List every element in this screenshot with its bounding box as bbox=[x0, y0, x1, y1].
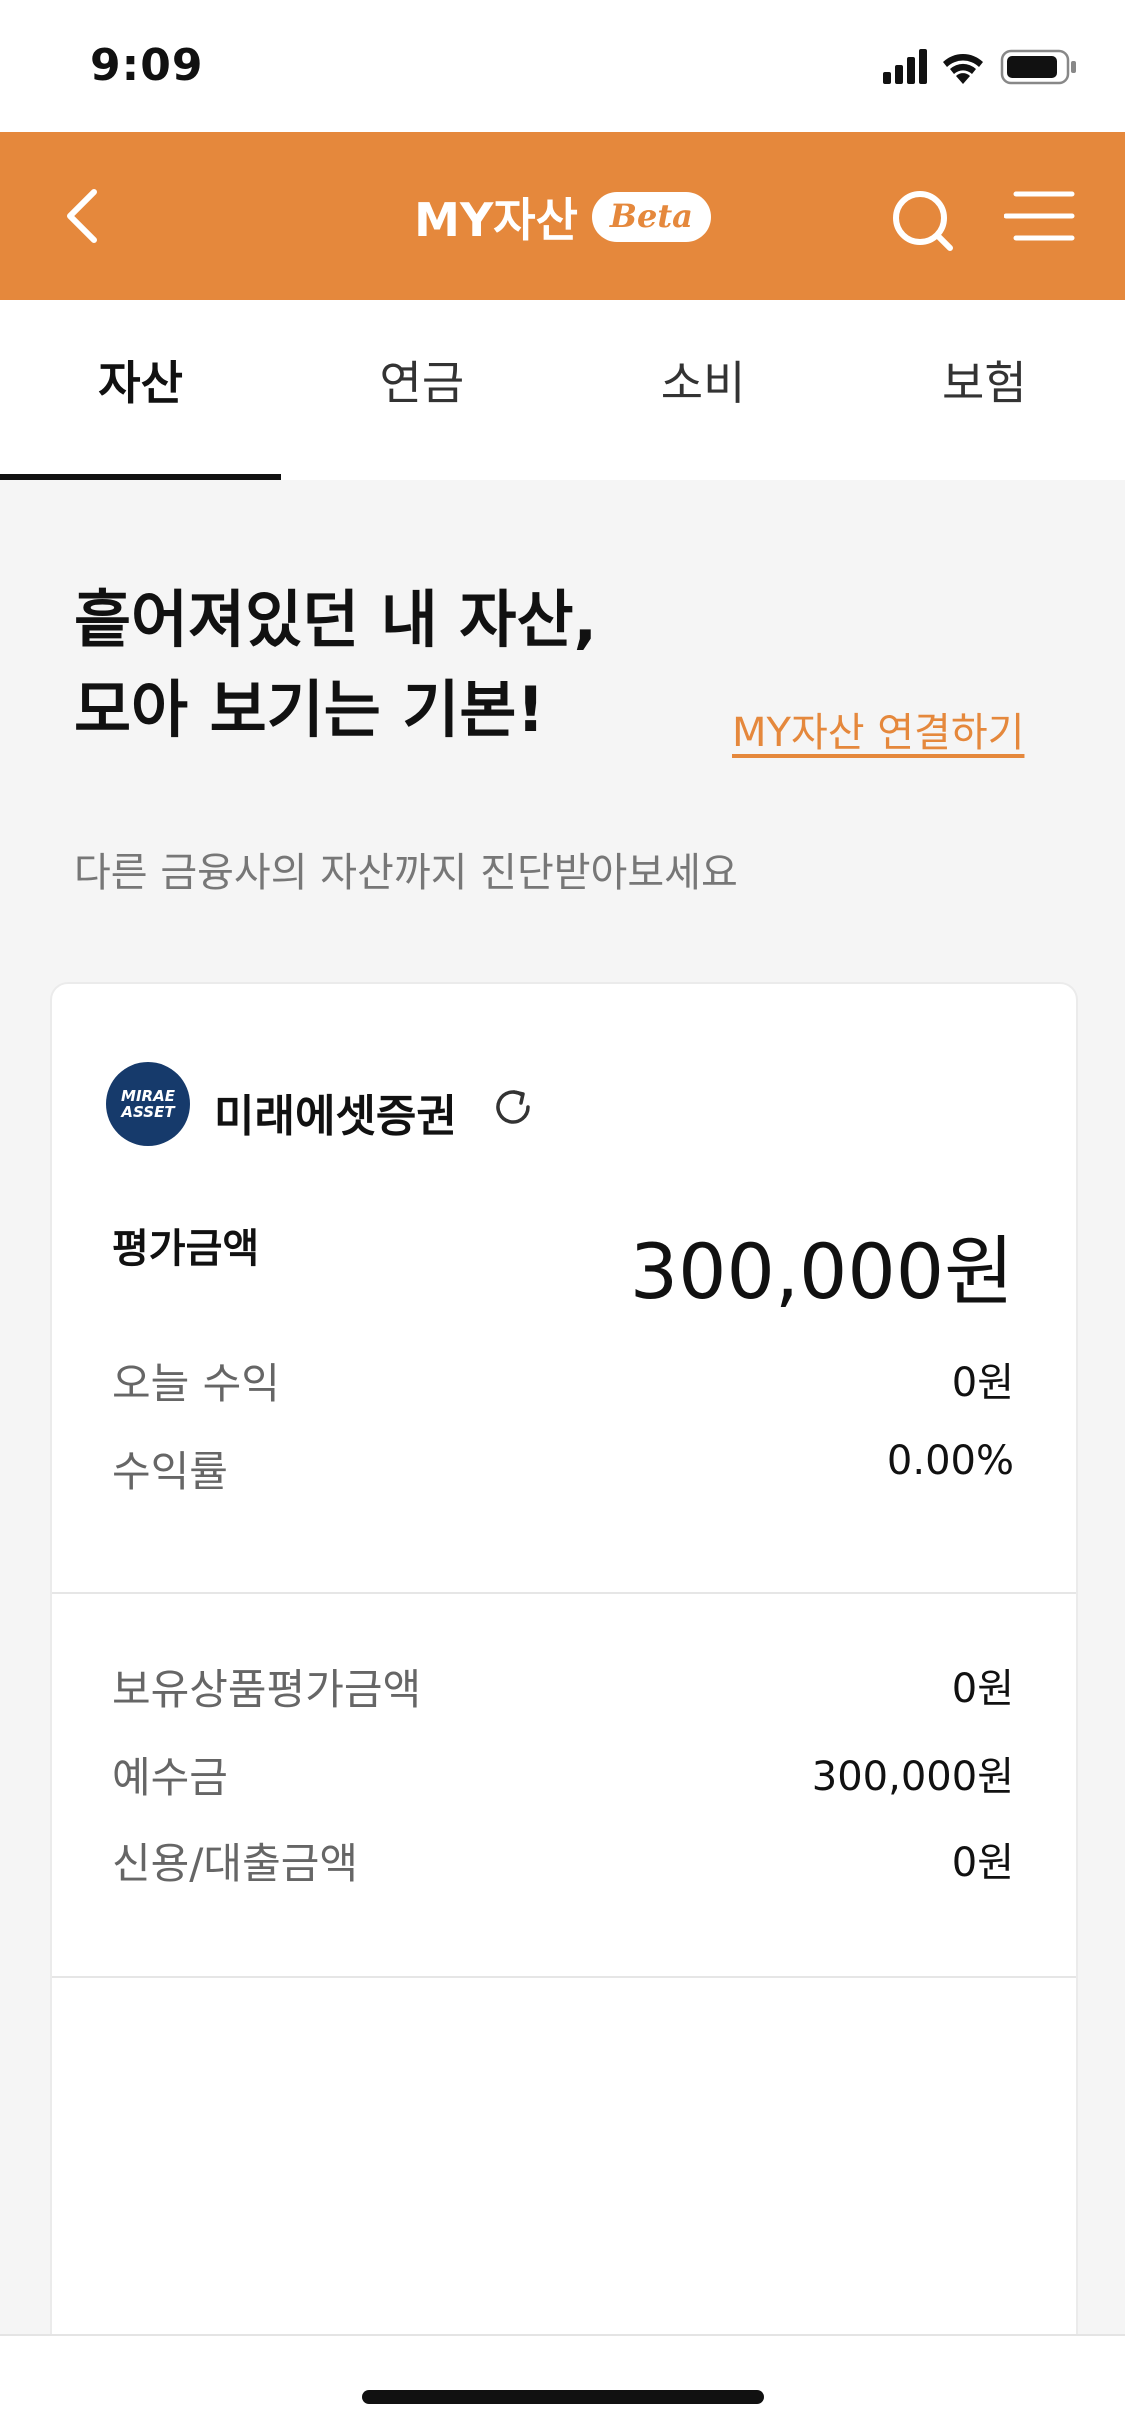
menu-button[interactable] bbox=[1003, 184, 1084, 254]
logo-text-line2: ASSET bbox=[121, 1103, 175, 1121]
connect-my-assets-link[interactable]: MY자산 연결하기 bbox=[732, 700, 1024, 758]
tab-insurance[interactable]: 보험 bbox=[844, 300, 1125, 480]
bottom-bar bbox=[0, 2334, 1125, 2436]
tab-pension[interactable]: 연금 bbox=[281, 300, 562, 480]
search-icon bbox=[893, 191, 953, 251]
status-icons bbox=[883, 46, 1083, 86]
menu-icon bbox=[1003, 191, 1075, 241]
tab-bar: 자산 연금 소비 보험 bbox=[0, 300, 1125, 480]
credit-loan-label: 신용/대출금액 bbox=[112, 1839, 358, 1888]
deposit-label: 예수금 bbox=[112, 1753, 228, 1802]
today-profit-label: 오늘 수익 bbox=[112, 1359, 280, 1408]
refresh-button[interactable] bbox=[488, 1082, 538, 1132]
refresh-icon bbox=[496, 1090, 530, 1124]
return-rate-label: 수익률 bbox=[112, 1447, 228, 1496]
holdings-value-value: 0원 bbox=[951, 1666, 1014, 1712]
card-divider bbox=[52, 1592, 1076, 1594]
credit-loan-value: 0원 bbox=[951, 1840, 1014, 1886]
promo-subtext: 다른 금융사의 자산까지 진단받아보세요 bbox=[74, 850, 738, 896]
today-profit-value: 0원 bbox=[951, 1360, 1014, 1406]
status-bar: 9:09 bbox=[0, 0, 1125, 132]
eval-amount-label: 평가금액 bbox=[112, 1226, 260, 1272]
return-rate-value: 0.00% bbox=[886, 1438, 1014, 1484]
mirae-asset-logo: MIRAE ASSET bbox=[106, 1062, 190, 1146]
home-indicator bbox=[362, 2390, 764, 2404]
wifi-icon bbox=[943, 54, 983, 84]
broker-name: 미래에셋증권 bbox=[214, 1091, 457, 1142]
beta-badge: Beta bbox=[591, 192, 711, 242]
eval-amount-value: 300,000원 bbox=[629, 1227, 1014, 1316]
asset-card: MIRAE ASSET 미래에셋증권 평가금액 300,000원 오늘 수익 0… bbox=[50, 982, 1078, 2372]
battery-icon bbox=[1000, 49, 1076, 85]
holdings-value-label: 보유상품평가금액 bbox=[112, 1665, 422, 1714]
logo-text-line1: MIRAE bbox=[121, 1087, 175, 1105]
deposit-value: 300,000원 bbox=[811, 1754, 1014, 1800]
promo-headline-line2: 모아 보기는 기본! bbox=[74, 673, 545, 746]
page-title: MY자산 bbox=[414, 193, 578, 247]
promo-headline: 흩어져있던 내 자산, 모아 보기는 기본! bbox=[74, 575, 597, 755]
search-button[interactable] bbox=[884, 180, 964, 260]
signal-icon bbox=[883, 49, 927, 84]
status-time: 9:09 bbox=[90, 40, 204, 91]
tab-assets[interactable]: 자산 bbox=[0, 300, 282, 480]
card-divider bbox=[52, 1976, 1076, 1978]
promo-headline-line1: 흩어져있던 내 자산, bbox=[74, 583, 598, 656]
tab-spending[interactable]: 소비 bbox=[563, 300, 844, 480]
app-header: MY자산 Beta bbox=[0, 132, 1125, 300]
